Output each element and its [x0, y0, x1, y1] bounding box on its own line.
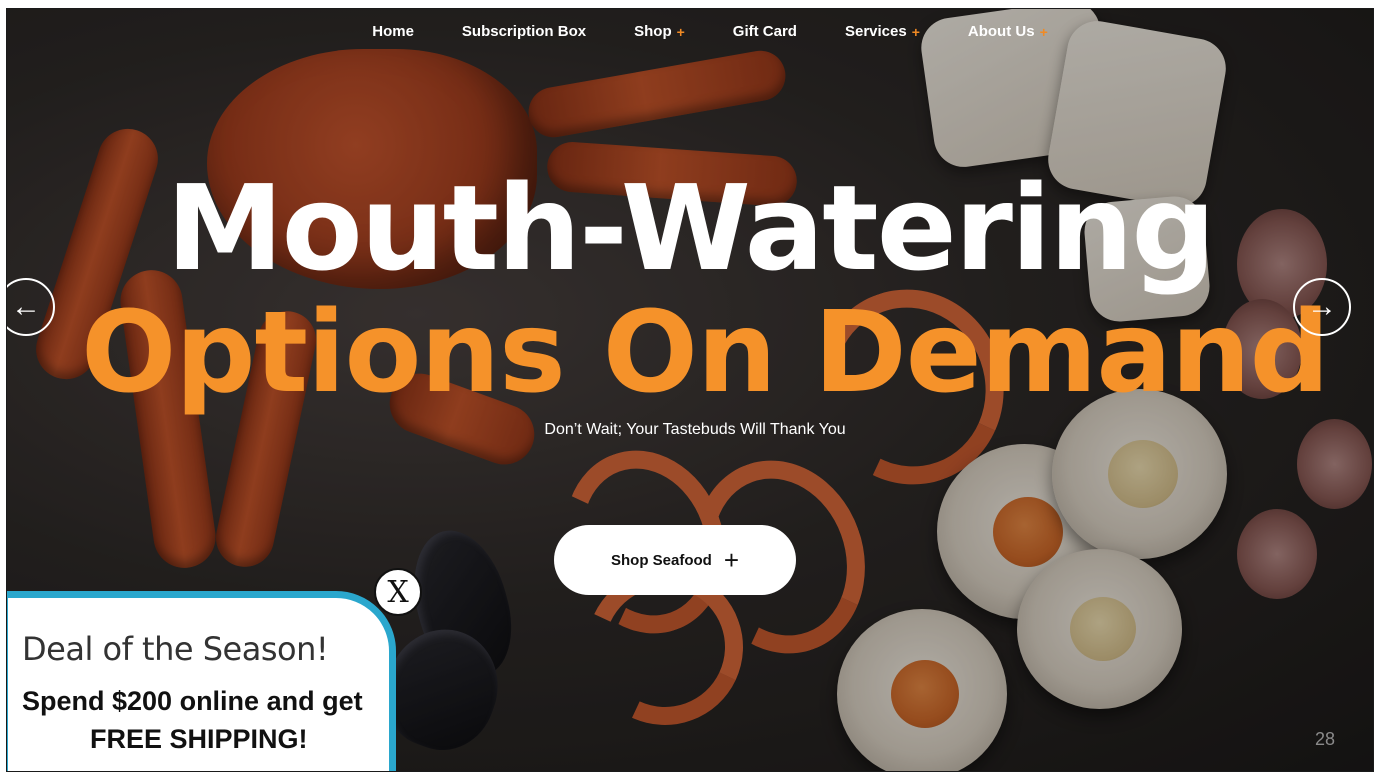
deal-popup: Deal of the Season! Spend $200 online an… — [7, 591, 396, 771]
nav-item-label: Gift Card — [732, 23, 797, 40]
next-slide-arrow-icon[interactable]: → — [1293, 278, 1351, 336]
hero-tagline: Don’t Wait; Your Tastebuds Will Thank Yo… — [544, 421, 846, 438]
nav-item-gift-card[interactable]: Gift Card — [709, 19, 821, 44]
close-popup-button[interactable]: X — [374, 568, 422, 616]
nav-item-shop[interactable]: Shop + — [610, 19, 709, 44]
hero-headline-line2: Options On Demand — [81, 288, 1330, 418]
nav-item-services[interactable]: Services + — [821, 19, 944, 44]
nav-item-label: Home — [372, 23, 414, 40]
nav-item-about-us[interactable]: About Us + — [944, 19, 1072, 44]
plus-icon: + — [676, 23, 685, 40]
nav-item-label: Subscription Box — [461, 23, 587, 40]
slide-number: 28 — [1315, 729, 1336, 749]
main-nav: Home Subscription Box Shop + Gift Card S… — [7, 19, 1373, 44]
popup-title: Deal of the Season! — [22, 630, 329, 668]
plus-icon: + — [723, 545, 740, 575]
popup-offer-line2: FREE SHIPPING! — [90, 724, 308, 754]
plus-icon: + — [1039, 23, 1048, 40]
nav-item-label: Services — [844, 23, 907, 40]
shop-seafood-button[interactable]: Shop Seafood + — [554, 525, 796, 595]
shop-seafood-label: Shop Seafood — [610, 551, 712, 569]
nav-item-subscription-box[interactable]: Subscription Box — [438, 19, 610, 44]
plus-icon: + — [911, 23, 920, 40]
popup-offer-line1: Spend $200 online and get — [22, 686, 363, 716]
nav-item-home[interactable]: Home — [348, 19, 438, 44]
nav-item-label: Shop — [634, 23, 672, 40]
hero-slide: Home Subscription Box Shop + Gift Card S… — [6, 8, 1374, 772]
hero-headline-line1: Mouth-Watering — [166, 159, 1216, 297]
nav-item-label: About Us — [967, 23, 1035, 40]
